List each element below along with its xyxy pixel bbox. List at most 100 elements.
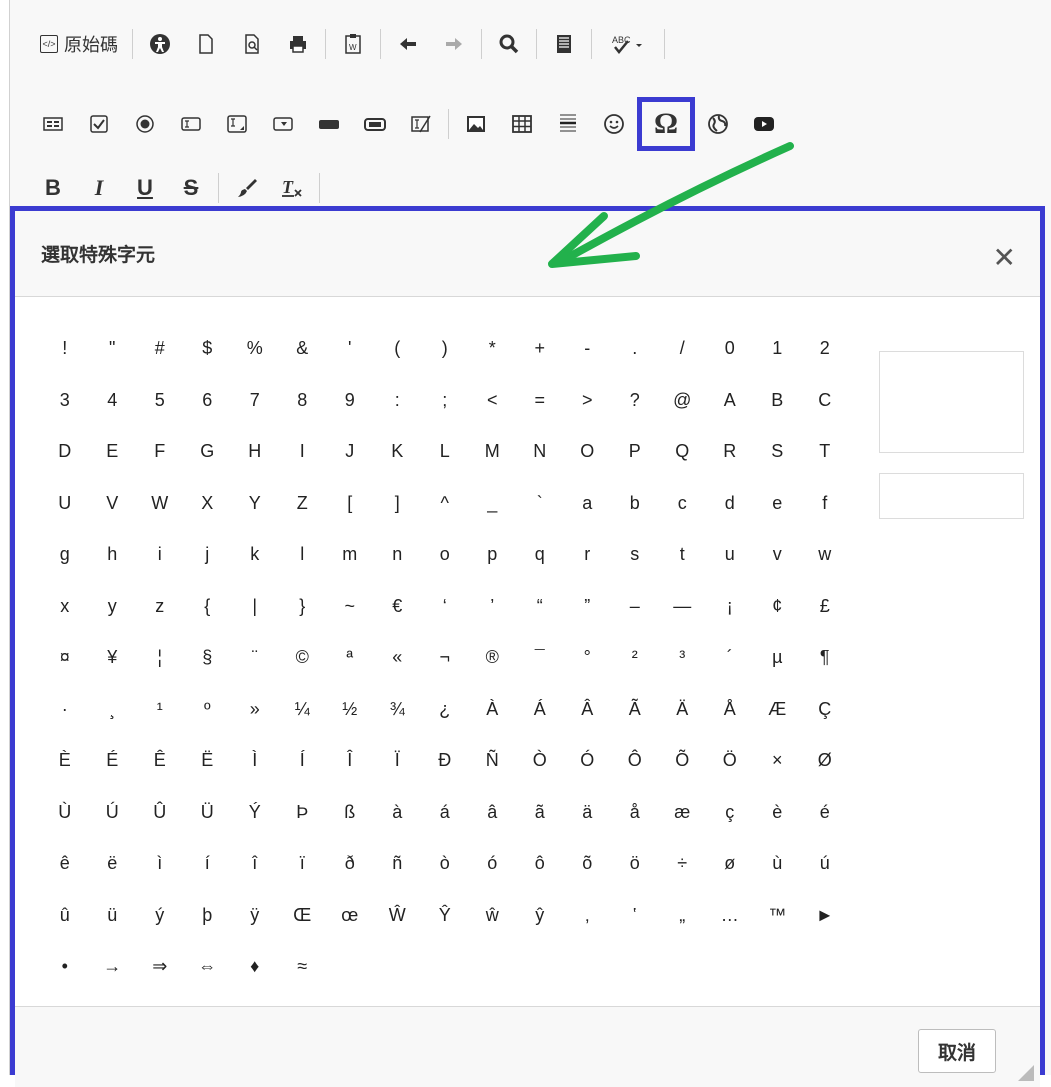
- char-cell[interactable]: §: [184, 632, 232, 684]
- char-cell[interactable]: æ: [659, 787, 707, 839]
- char-cell[interactable]: 0: [706, 323, 754, 375]
- imagebutton-button[interactable]: [356, 106, 394, 142]
- char-cell[interactable]: é: [801, 787, 849, 839]
- resize-handle[interactable]: [1018, 1065, 1034, 1081]
- char-cell[interactable]: €: [374, 581, 422, 633]
- char-cell[interactable]: ": [89, 323, 137, 375]
- char-cell[interactable]: ï: [279, 838, 327, 890]
- char-cell[interactable]: →: [89, 941, 137, 993]
- char-cell[interactable]: Ë: [184, 735, 232, 787]
- char-cell[interactable]: %: [231, 323, 279, 375]
- char-cell[interactable]: ►: [801, 890, 849, 942]
- char-cell[interactable]: å: [611, 787, 659, 839]
- char-cell[interactable]: ½: [326, 684, 374, 736]
- char-cell[interactable]: |: [231, 581, 279, 633]
- char-cell[interactable]: ’: [469, 581, 517, 633]
- char-cell[interactable]: 1: [754, 323, 802, 375]
- char-cell[interactable]: /: [659, 323, 707, 375]
- char-cell[interactable]: ö: [611, 838, 659, 890]
- char-cell[interactable]: t: [659, 529, 707, 581]
- hiddenfield-button[interactable]: [402, 106, 440, 142]
- char-cell[interactable]: B: [754, 375, 802, 427]
- char-cell[interactable]: ø: [706, 838, 754, 890]
- char-cell[interactable]: 9: [326, 375, 374, 427]
- char-cell[interactable]: Y: [231, 478, 279, 530]
- char-cell[interactable]: Œ: [279, 890, 327, 942]
- char-cell[interactable]: ‚: [564, 890, 612, 942]
- char-cell[interactable]: 3: [41, 375, 89, 427]
- char-cell[interactable]: @: [659, 375, 707, 427]
- char-cell[interactable]: ª: [326, 632, 374, 684]
- char-cell[interactable]: #: [136, 323, 184, 375]
- char-cell[interactable]: è: [754, 787, 802, 839]
- italic-button[interactable]: I: [80, 170, 118, 206]
- char-cell[interactable]: L: [421, 426, 469, 478]
- char-cell[interactable]: ?: [611, 375, 659, 427]
- char-cell[interactable]: q: [516, 529, 564, 581]
- char-cell[interactable]: Ñ: [469, 735, 517, 787]
- char-cell[interactable]: x: [41, 581, 89, 633]
- char-cell[interactable]: Â: [564, 684, 612, 736]
- char-cell[interactable]: à: [374, 787, 422, 839]
- char-cell[interactable]: ²: [611, 632, 659, 684]
- char-cell[interactable]: :: [374, 375, 422, 427]
- char-cell[interactable]: Á: [516, 684, 564, 736]
- spellcheck-button[interactable]: ABC: [600, 26, 656, 62]
- char-cell[interactable]: ¬: [421, 632, 469, 684]
- char-cell[interactable]: u: [706, 529, 754, 581]
- char-cell[interactable]: a: [564, 478, 612, 530]
- char-cell[interactable]: ô: [516, 838, 564, 890]
- accessibility-button[interactable]: [141, 26, 179, 62]
- char-cell[interactable]: á: [421, 787, 469, 839]
- char-cell[interactable]: ´: [706, 632, 754, 684]
- char-cell[interactable]: ü: [89, 890, 137, 942]
- char-cell[interactable]: O: [564, 426, 612, 478]
- char-cell[interactable]: ë: [89, 838, 137, 890]
- char-cell[interactable]: -: [564, 323, 612, 375]
- char-cell[interactable]: Õ: [659, 735, 707, 787]
- char-cell[interactable]: U: [41, 478, 89, 530]
- char-cell[interactable]: (: [374, 323, 422, 375]
- char-cell[interactable]: !: [41, 323, 89, 375]
- char-cell[interactable]: D: [41, 426, 89, 478]
- char-cell[interactable]: Ü: [184, 787, 232, 839]
- char-cell[interactable]: –: [611, 581, 659, 633]
- char-cell[interactable]: ó: [469, 838, 517, 890]
- bold-button[interactable]: B: [34, 170, 72, 206]
- char-cell[interactable]: »: [231, 684, 279, 736]
- char-cell[interactable]: N: [516, 426, 564, 478]
- char-cell[interactable]: ÿ: [231, 890, 279, 942]
- char-cell[interactable]: I: [279, 426, 327, 478]
- char-cell[interactable]: ä: [564, 787, 612, 839]
- print-button[interactable]: [279, 26, 317, 62]
- char-cell[interactable]: .: [611, 323, 659, 375]
- char-cell[interactable]: <: [469, 375, 517, 427]
- char-cell[interactable]: Ç: [801, 684, 849, 736]
- char-cell[interactable]: ì: [136, 838, 184, 890]
- char-cell[interactable]: ¾: [374, 684, 422, 736]
- char-cell[interactable]: ¸: [89, 684, 137, 736]
- char-cell[interactable]: ¿: [421, 684, 469, 736]
- horizontal-rule-button[interactable]: [549, 106, 587, 142]
- char-cell[interactable]: _: [469, 478, 517, 530]
- underline-button[interactable]: U: [126, 170, 164, 206]
- remove-format-button[interactable]: T: [273, 170, 311, 206]
- char-cell[interactable]: H: [231, 426, 279, 478]
- char-cell[interactable]: ý: [136, 890, 184, 942]
- textarea-button[interactable]: [218, 106, 256, 142]
- char-cell[interactable]: Ã: [611, 684, 659, 736]
- char-cell[interactable]: Ú: [89, 787, 137, 839]
- char-cell[interactable]: {: [184, 581, 232, 633]
- char-cell[interactable]: Ó: [564, 735, 612, 787]
- char-cell[interactable]: ¶: [801, 632, 849, 684]
- checkbox-button[interactable]: [80, 106, 118, 142]
- char-cell[interactable]: *: [469, 323, 517, 375]
- char-cell[interactable]: Ø: [801, 735, 849, 787]
- char-cell[interactable]: 6: [184, 375, 232, 427]
- char-cell[interactable]: r: [564, 529, 612, 581]
- char-cell[interactable]: Ý: [231, 787, 279, 839]
- char-cell[interactable]: `: [516, 478, 564, 530]
- char-cell[interactable]: e: [754, 478, 802, 530]
- char-cell[interactable]: ': [326, 323, 374, 375]
- char-cell[interactable]: ¼: [279, 684, 327, 736]
